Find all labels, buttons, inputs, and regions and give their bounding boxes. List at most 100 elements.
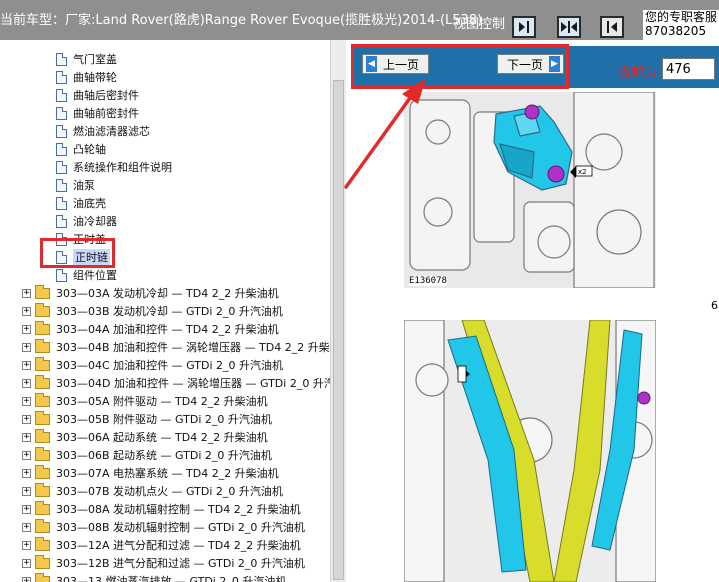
document-icon <box>56 160 67 174</box>
tree-folder[interactable]: +303—04B 加油和控件 — 涡轮增压器 — TD4 2_2 升柴油机 <box>22 338 330 356</box>
expand-icon[interactable]: + <box>22 306 31 316</box>
tree-item-label: 燃油滤清器滤芯 <box>73 125 150 138</box>
document-icon <box>56 52 67 66</box>
current-page-input[interactable] <box>662 58 715 80</box>
document-icon <box>56 268 67 282</box>
expand-icon[interactable]: + <box>22 360 31 370</box>
tree-folder[interactable]: +303—03B 发动机冷却 — GTDi 2_0 升汽油机 <box>22 302 283 320</box>
tree-folder[interactable]: +303—06A 起动系统 — TD4 2_2 升柴油机 <box>22 428 268 446</box>
tree-item[interactable]: 油底壳 <box>56 194 106 212</box>
expand-icon[interactable]: + <box>22 288 31 298</box>
page-nav-highlight-box <box>351 44 569 89</box>
tree-item[interactable]: 凸轮轴 <box>56 140 106 158</box>
folder-icon <box>35 392 50 407</box>
document-icon <box>56 178 67 192</box>
selected-item-highlight-box <box>40 238 115 268</box>
tree-item-label: 曲轴带轮 <box>73 71 117 84</box>
tree-folder[interactable]: +303—13 燃油蒸汽排放 — GTDi 2_0 升汽油机 <box>22 572 286 582</box>
tree-folder-label: 303—03A 发动机冷却 — TD4 2_2 升柴油机 <box>56 287 279 300</box>
expand-icon[interactable]: + <box>22 558 31 568</box>
expand-icon[interactable]: + <box>22 414 31 424</box>
tree-item[interactable]: 系统操作和组件说明 <box>56 158 172 176</box>
split-view-button[interactable] <box>557 16 581 38</box>
tree-item[interactable]: 油冷却器 <box>56 212 117 230</box>
tree-item-label: 油泵 <box>73 179 95 192</box>
figure1-id-label: E136078 <box>409 276 447 286</box>
tree-folder[interactable]: +303—08B 发动机辐射控制 — GTDi 2_0 升汽油机 <box>22 518 305 536</box>
tree-folder-label: 303—04D 加油和控件 — 涡轮增压器 — GTDi 2_0 升汽油机 <box>56 377 330 390</box>
tree-folder-label: 303—08B 发动机辐射控制 — GTDi 2_0 升汽油机 <box>56 521 305 534</box>
tree-item-label: 油冷却器 <box>73 215 117 228</box>
show-left-pane-button[interactable] <box>512 16 536 38</box>
tree-item[interactable]: 燃油滤清器滤芯 <box>56 122 150 140</box>
expand-icon[interactable]: + <box>22 576 31 582</box>
hide-left-icon <box>607 21 617 33</box>
tree-folder-label: 303—03B 发动机冷却 — GTDi 2_0 升汽油机 <box>56 305 283 318</box>
expand-icon[interactable]: + <box>22 396 31 406</box>
document-icon <box>56 214 67 228</box>
document-icon <box>56 106 67 120</box>
expand-icon[interactable]: + <box>22 522 31 532</box>
tree-folder[interactable]: +303—07A 电热塞系统 — TD4 2_2 升柴油机 <box>22 464 279 482</box>
tree-item[interactable]: 曲轴带轮 <box>56 68 117 86</box>
tree-item[interactable]: 油泵 <box>56 176 95 194</box>
tree-folder[interactable]: +303—12A 进气分配和过滤 — TD4 2_2 升柴油机 <box>22 536 301 554</box>
tree-item-label: 组件位置 <box>73 269 117 282</box>
tree-folder[interactable]: +303—05B 附件驱动 — GTDi 2_0 升汽油机 <box>22 410 272 428</box>
expand-icon[interactable]: + <box>22 324 31 334</box>
timing-chain-illustration <box>404 320 656 582</box>
tree-item-label: 气门室盖 <box>73 53 117 66</box>
folder-icon <box>35 518 50 533</box>
tree-scrollbar[interactable] <box>330 40 346 582</box>
tree-item-label: 凸轮轴 <box>73 143 106 156</box>
document-icon <box>56 142 67 156</box>
tree-folder-label: 303—04A 加油和控件 — TD4 2_2 升柴油机 <box>56 323 279 336</box>
folder-icon <box>35 356 50 371</box>
tree-folder[interactable]: +303—04A 加油和控件 — TD4 2_2 升柴油机 <box>22 320 279 338</box>
show-left-icon <box>519 21 529 33</box>
expand-icon[interactable]: + <box>22 342 31 352</box>
folder-icon <box>35 536 50 551</box>
tree-folder[interactable]: +303—08A 发动机辐射控制 — TD4 2_2 升柴油机 <box>22 500 301 518</box>
folder-icon <box>35 320 50 335</box>
expand-icon[interactable]: + <box>22 540 31 550</box>
tree-folder[interactable]: +303—07B 发动机点火 — GTDi 2_0 升汽油机 <box>22 482 283 500</box>
tree-folder-label: 303—07B 发动机点火 — GTDi 2_0 升汽油机 <box>56 485 283 498</box>
tree-folder[interactable]: +303—04C 加油和控件 — GTDi 2_0 升汽油机 <box>22 356 283 374</box>
tree-item[interactable]: 曲轴前密封件 <box>56 104 139 122</box>
document-icon <box>56 88 67 102</box>
folder-icon <box>35 302 50 317</box>
app-root: 当前车型：厂家:Land Rover(路虎)Range Rover Evoque… <box>0 0 719 582</box>
tree-item[interactable]: 曲轴后密封件 <box>56 86 139 104</box>
folder-icon <box>35 410 50 425</box>
tree-scrollbar-thumb[interactable] <box>333 80 344 580</box>
expand-icon[interactable]: + <box>22 486 31 496</box>
folder-icon <box>35 374 50 389</box>
folder-icon <box>35 572 50 582</box>
split-view-icon <box>561 21 577 33</box>
view-control-label: 视图控制 <box>453 17 506 32</box>
document-icon <box>56 124 67 138</box>
tree-folder-label: 303—04B 加油和控件 — 涡轮增压器 — TD4 2_2 升柴油机 <box>56 341 330 354</box>
tree-folder[interactable]: +303—03A 发动机冷却 — TD4 2_2 升柴油机 <box>22 284 279 302</box>
folder-icon <box>35 482 50 497</box>
expand-icon[interactable]: + <box>22 468 31 478</box>
tree-folder-label: 303—08A 发动机辐射控制 — TD4 2_2 升柴油机 <box>56 503 301 516</box>
tree-item-label: 曲轴前密封件 <box>73 107 139 120</box>
tree-folder[interactable]: +303—04D 加油和控件 — 涡轮增压器 — GTDi 2_0 升汽油机 <box>22 374 330 392</box>
expand-icon[interactable]: + <box>22 450 31 460</box>
tree-folder[interactable]: +303—05A 附件驱动 — TD4 2_2 升柴油机 <box>22 392 268 410</box>
expand-icon[interactable]: + <box>22 504 31 514</box>
tree-item[interactable]: 组件位置 <box>56 266 117 284</box>
tree-item[interactable]: 气门室盖 <box>56 50 117 68</box>
document-icon <box>56 196 67 210</box>
current-page-label: 当前为 <box>618 66 658 81</box>
tree-folder[interactable]: +303—12B 进气分配和过滤 — GTDi 2_0 升汽油机 <box>22 554 305 572</box>
expand-icon[interactable]: + <box>22 432 31 442</box>
expand-icon[interactable]: + <box>22 378 31 388</box>
tree-folder[interactable]: +303—06B 起动系统 — GTDi 2_0 升汽油机 <box>22 446 272 464</box>
folder-icon <box>35 500 50 515</box>
folder-icon <box>35 428 50 443</box>
tree-item-label: 系统操作和组件说明 <box>73 161 172 174</box>
hide-left-pane-button[interactable] <box>600 16 624 38</box>
